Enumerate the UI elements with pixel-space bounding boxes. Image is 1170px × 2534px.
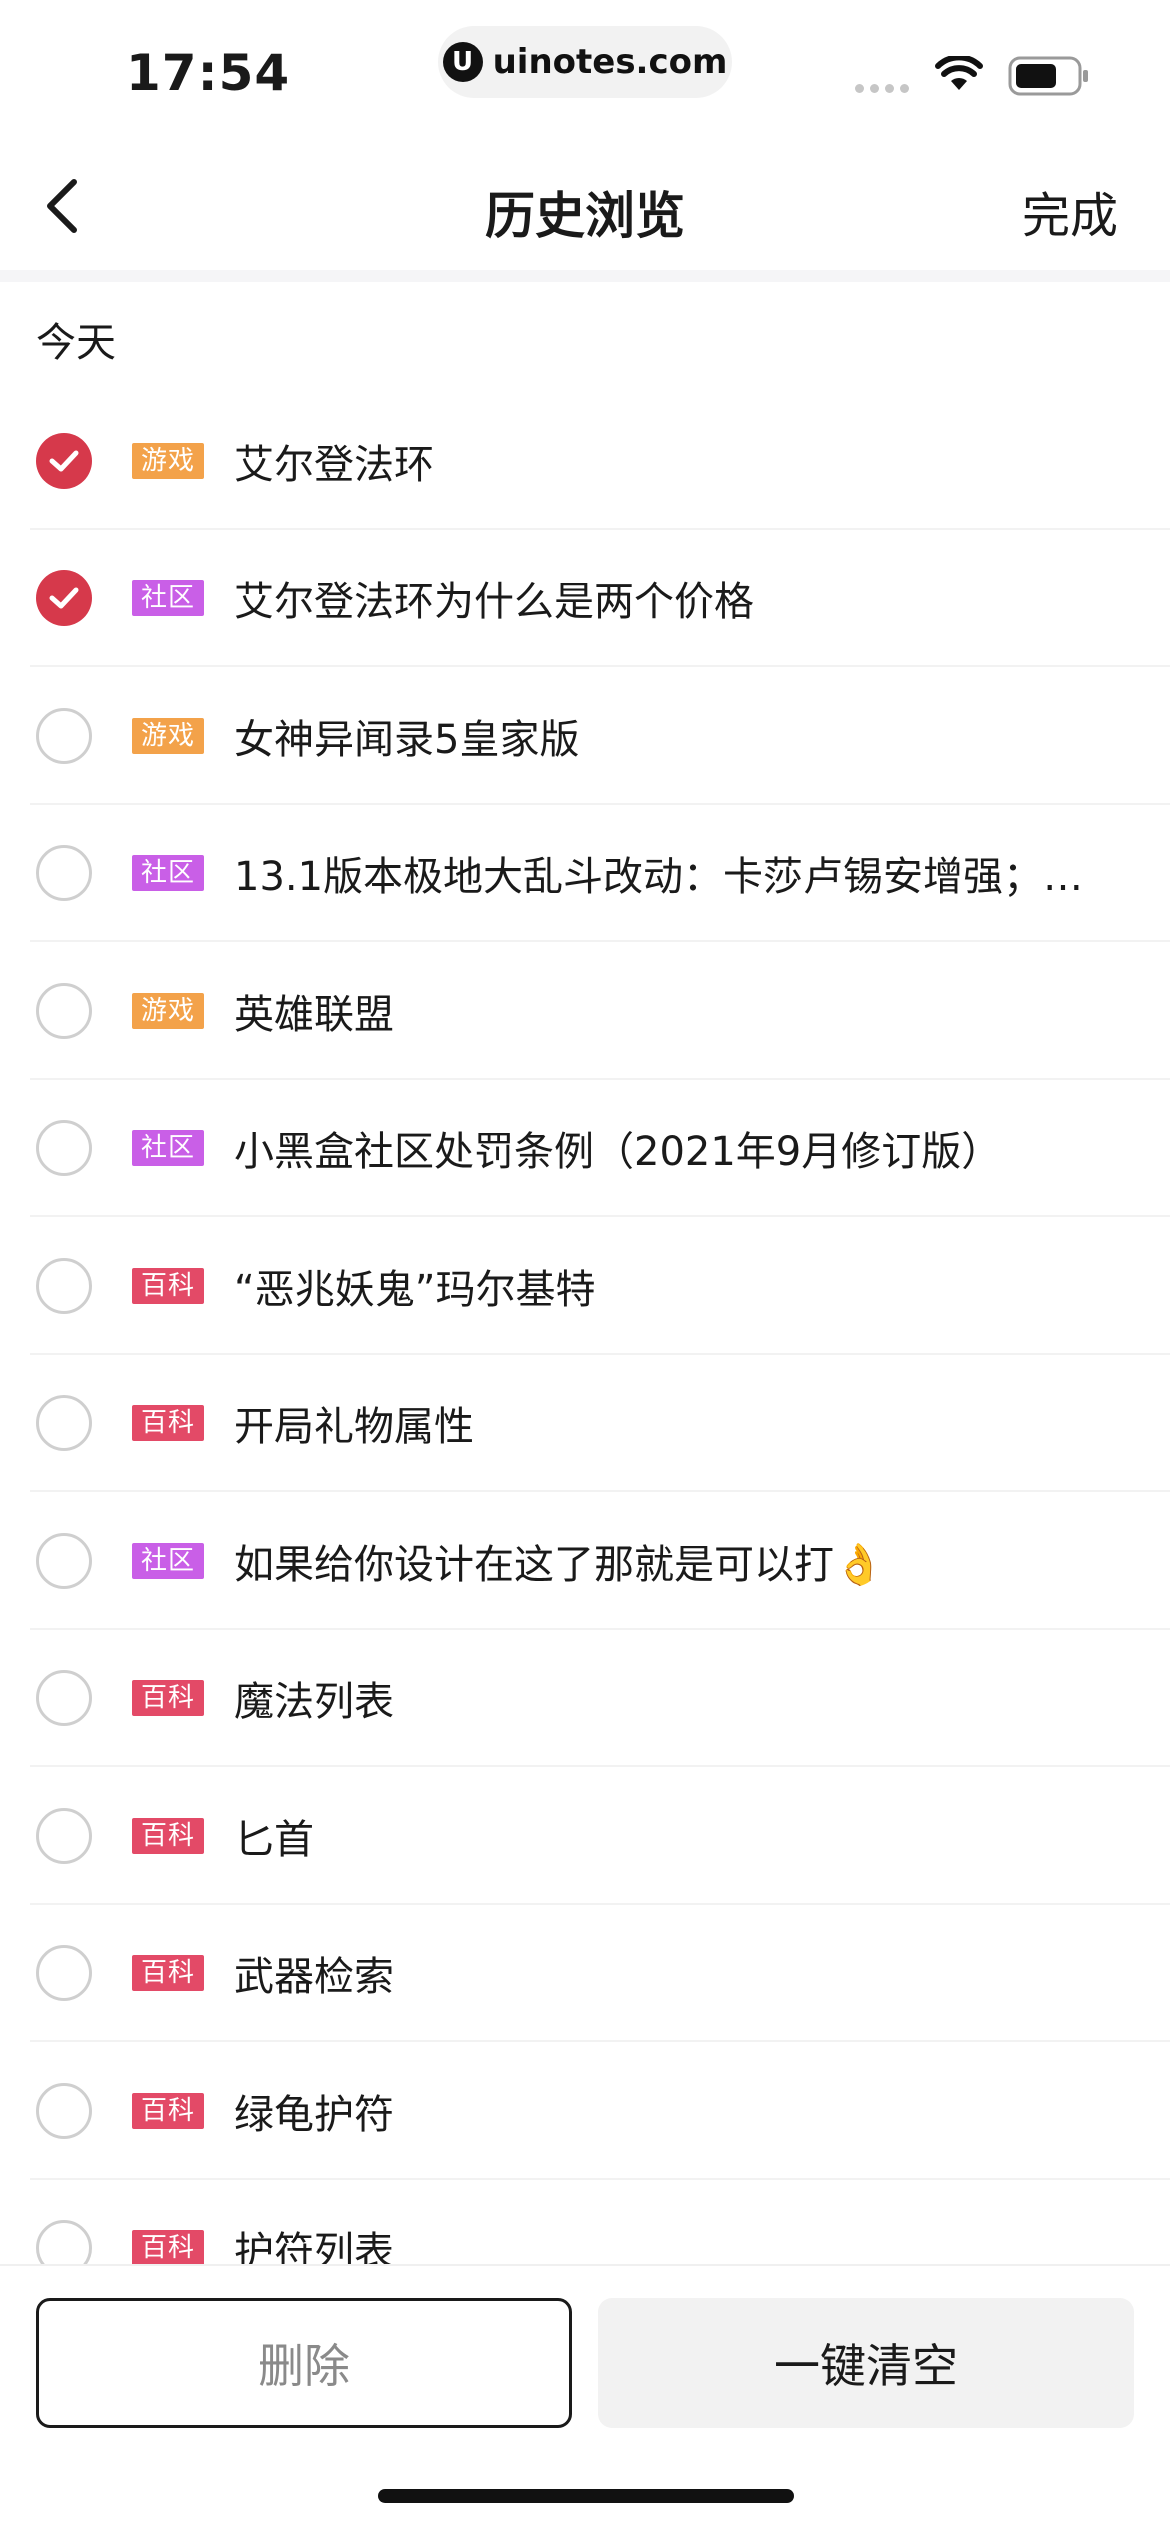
- status-bar: 17:54 U uinotes.com: [0, 0, 1170, 140]
- delete-button[interactable]: 删除: [36, 2298, 572, 2428]
- checkbox-unchecked-icon[interactable]: [36, 2220, 92, 2264]
- tag-wiki: 百科: [132, 1267, 204, 1304]
- tag-community: 社区: [132, 1542, 204, 1579]
- history-list: 游戏 艾尔登法环 社区 艾尔登法环为什么是两个价格 游戏 女神异闻录5皇家版 社…: [0, 392, 1170, 2264]
- history-item[interactable]: 百科 开局礼物属性: [0, 1355, 1170, 1493]
- tag-community: 社区: [132, 855, 204, 892]
- tag-wiki: 百科: [132, 2230, 204, 2264]
- checkbox-unchecked-icon[interactable]: [36, 707, 92, 764]
- url-text: uinotes.com: [492, 42, 728, 82]
- history-item[interactable]: 社区 小黑盒社区处罚条例（2021年9月修订版）: [0, 1080, 1170, 1218]
- nav-bar: 历史浏览 完成: [0, 140, 1170, 270]
- history-item-title: “恶兆妖鬼”玛尔基特: [234, 1266, 596, 1313]
- history-item-title: 英雄联盟: [234, 991, 394, 1038]
- history-item-title: 艾尔登法环为什么是两个价格: [234, 579, 754, 626]
- history-item[interactable]: 百科 魔法列表: [0, 1630, 1170, 1768]
- checkbox-unchecked-icon[interactable]: [36, 1670, 92, 1727]
- checkbox-unchecked-icon[interactable]: [36, 2082, 92, 2139]
- history-item-title: 绿龟护符: [234, 2091, 394, 2138]
- clear-all-button[interactable]: 一键清空: [598, 2298, 1134, 2428]
- history-item[interactable]: 社区 13.1版本极地大乱斗改动：卡莎卢锡安增强；…: [0, 805, 1170, 943]
- checkbox-unchecked-icon[interactable]: [36, 1532, 92, 1589]
- uinotes-logo-icon: U: [442, 42, 483, 82]
- status-time: 17:54: [126, 44, 291, 102]
- home-indicator: [378, 2489, 794, 2503]
- history-item[interactable]: 社区 艾尔登法环为什么是两个价格: [0, 530, 1170, 668]
- page-title: 历史浏览: [485, 187, 685, 245]
- checkbox-unchecked-icon[interactable]: [36, 982, 92, 1039]
- history-item-title: 小黑盒社区处罚条例（2021年9月修订版）: [234, 1129, 1002, 1176]
- checkbox-checked-icon[interactable]: [36, 432, 92, 489]
- history-item[interactable]: 社区 如果给你设计在这了那就是可以打👌: [0, 1492, 1170, 1630]
- tag-community: 社区: [132, 1130, 204, 1167]
- tag-wiki: 百科: [132, 2092, 204, 2129]
- checkbox-unchecked-icon[interactable]: [36, 1395, 92, 1452]
- history-item[interactable]: 百科 武器检索: [0, 1905, 1170, 2043]
- checkbox-unchecked-icon[interactable]: [36, 845, 92, 902]
- checkbox-unchecked-icon[interactable]: [36, 1120, 92, 1177]
- checkbox-unchecked-icon[interactable]: [36, 1807, 92, 1864]
- history-item[interactable]: 游戏 英雄联盟: [0, 942, 1170, 1080]
- history-item[interactable]: 游戏 艾尔登法环: [0, 392, 1170, 530]
- history-item[interactable]: 百科 绿龟护符: [0, 2042, 1170, 2180]
- history-item-title: 艾尔登法环: [234, 441, 434, 488]
- history-item[interactable]: 百科 护符列表: [0, 2180, 1170, 2264]
- tag-wiki: 百科: [132, 1405, 204, 1442]
- tag-community: 社区: [132, 580, 204, 617]
- cellular-signal-icon: [855, 84, 909, 93]
- history-item-title: 武器检索: [234, 1954, 394, 2001]
- tag-game: 游戏: [132, 717, 204, 754]
- wifi-icon: [935, 56, 983, 90]
- tag-wiki: 百科: [132, 1680, 204, 1717]
- history-item-title: 13.1版本极地大乱斗改动：卡莎卢锡安增强；…: [234, 854, 1084, 901]
- history-item-title: 女神异闻录5皇家版: [234, 716, 580, 763]
- history-item-title: 护符列表: [234, 2229, 394, 2264]
- history-item-title: 匕首: [234, 1816, 314, 1863]
- section-label-today: 今天: [36, 320, 116, 366]
- tag-game: 游戏: [132, 992, 204, 1029]
- history-item-title: 魔法列表: [234, 1679, 394, 1726]
- history-item-title: 开局礼物属性: [234, 1404, 474, 1451]
- history-item[interactable]: 百科 匕首: [0, 1767, 1170, 1905]
- url-pill[interactable]: U uinotes.com: [438, 26, 732, 98]
- tag-wiki: 百科: [132, 1955, 204, 1992]
- done-button[interactable]: 完成: [1022, 176, 1118, 246]
- checkbox-unchecked-icon[interactable]: [36, 1257, 92, 1314]
- tag-wiki: 百科: [132, 1817, 204, 1854]
- checkbox-unchecked-icon[interactable]: [36, 1945, 92, 2002]
- checkbox-checked-icon[interactable]: [36, 570, 92, 627]
- battery-icon: [1008, 56, 1088, 96]
- tag-game: 游戏: [132, 442, 204, 479]
- history-item[interactable]: 游戏 女神异闻录5皇家版: [0, 667, 1170, 805]
- header-divider: [0, 270, 1170, 282]
- history-item[interactable]: 百科 “恶兆妖鬼”玛尔基特: [0, 1217, 1170, 1355]
- history-item-title: 如果给你设计在这了那就是可以打👌: [234, 1541, 884, 1588]
